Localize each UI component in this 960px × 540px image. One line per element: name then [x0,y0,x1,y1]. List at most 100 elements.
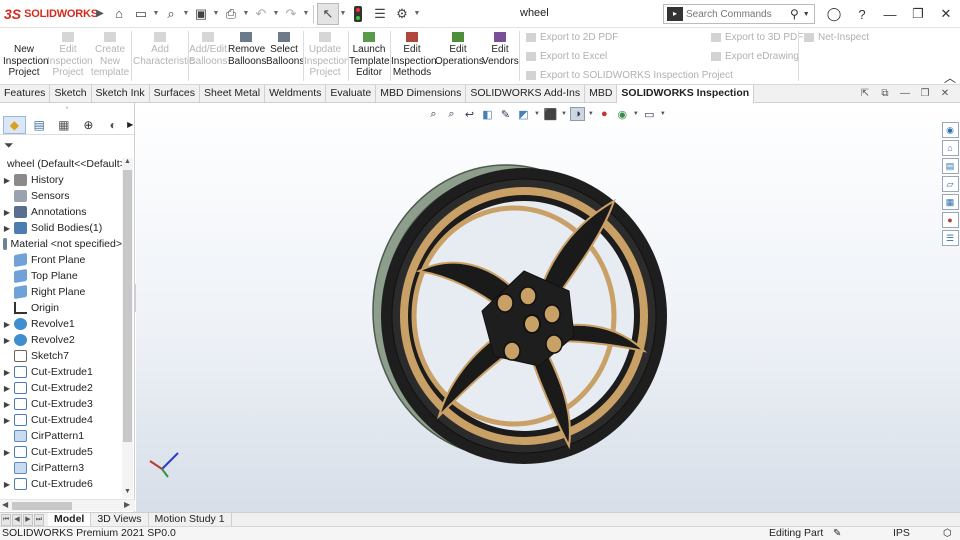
section-view-icon[interactable]: ◧ [480,107,495,121]
tree-node[interactable]: ▶ Cut-Extrude3 [0,396,122,412]
scroll-right-icon[interactable]: ▶ [124,500,130,509]
expand-arrow-icon[interactable]: ▶ [0,448,14,457]
solidworks-resources-icon[interactable]: ◉ [941,122,959,138]
expand-arrow-icon[interactable]: ▶ [0,176,14,185]
feature-manager-tab-icon[interactable]: ◆ [3,115,26,134]
tab-sheet-metal[interactable]: Sheet Metal [200,85,266,103]
edit-operations-button[interactable]: Edit Operations [435,32,484,67]
edit-inspection-project-button[interactable]: Edit Inspection Project [47,32,93,79]
tab-features[interactable]: Features [0,85,51,103]
scrollbar-thumb[interactable] [123,170,132,442]
edit-inspection-methods-button[interactable]: Edit Inspection Methods [391,32,437,79]
help-icon[interactable]: ? [848,0,876,28]
view-settings-dropdown-icon[interactable]: ▼ [660,111,666,117]
expand-arrow-icon[interactable]: ▶ [0,368,14,377]
open-dropdown-icon[interactable]: ▼ [182,10,190,17]
remove-balloons-button[interactable]: Remove Balloons [228,32,266,67]
search-commands-box[interactable]: ▸ ⚲ ▼ [663,4,815,24]
tab-solidworks-add-ins[interactable]: SOLIDWORKS Add-Ins [466,85,586,103]
add-characteristic-button[interactable]: Add Characteristic [133,32,194,67]
tree-node[interactable]: ▶ Cut-Extrude5 [0,444,122,460]
zoom-to-area-icon[interactable]: ⌕ [444,107,459,121]
tab-sketch[interactable]: Sketch [50,85,92,103]
view-orientation-dropdown-icon[interactable]: ▼ [534,111,540,117]
menu-expand-arrow-icon[interactable]: ▶ [92,8,108,19]
net-inspect-button[interactable]: Net-Inspect [804,32,869,43]
scroll-left-icon[interactable]: ◀ [2,500,8,509]
tree-vertical-scrollbar[interactable]: ▲ ▼ [122,158,133,498]
undo-icon[interactable]: ↶ [250,3,272,25]
home-icon[interactable]: ⌂ [108,3,130,25]
export-3d-pdf-button[interactable]: Export to 3D PDF [711,32,803,43]
status-tag-icon[interactable]: ⬡ [943,527,952,540]
save-dropdown-icon[interactable]: ▼ [212,10,220,17]
configuration-manager-tab-icon[interactable]: ▦ [52,116,75,134]
create-new-template-button[interactable]: Create New template [90,32,130,79]
tab-weldments[interactable]: Weldments [265,85,327,103]
expand-arrow-icon[interactable]: ▶ [0,480,14,489]
dynamic-annotation-icon[interactable]: ✎ [498,107,513,121]
expand-arrow-icon[interactable]: ▶ [0,400,14,409]
previous-view-icon[interactable]: ↩ [462,107,477,121]
file-properties-icon[interactable]: ☰ [369,3,391,25]
scrollbar-thumb[interactable] [12,502,72,510]
close-icon[interactable]: ✕ [932,0,960,28]
tab-evaluate[interactable]: Evaluate [326,85,377,103]
new-dropdown-icon[interactable]: ▼ [152,10,160,17]
expand-arrow-icon[interactable]: ▶ [0,416,14,425]
display-style-dropdown-icon[interactable]: ▼ [561,111,567,117]
scene-dropdown-icon[interactable]: ▼ [633,111,639,117]
tree-node[interactable]: CirPattern1 [0,428,122,444]
scroll-up-icon[interactable]: ▲ [122,158,133,168]
tree-node[interactable]: ▶ Cut-Extrude2 [0,380,122,396]
apply-scene-icon[interactable]: ◉ [615,107,630,121]
new-document-icon[interactable]: ▭ [130,3,152,25]
restore-icon[interactable]: ❐ [904,0,932,28]
graphics-area[interactable]: ⌕ ⌕ ↩ ◧ ✎ ◩ ▼ ⬛ ▼ ◑ ▼ ● ◉ ▼ ▭ ▼ ◉ ⌂ ▤ ▱ … [136,103,960,512]
expand-arrow-icon[interactable]: ▶ [0,208,14,217]
viewport-close-icon[interactable]: ✕ [938,87,952,101]
view-orientation-icon[interactable]: ◩ [516,107,531,121]
select-dropdown-icon[interactable]: ▼ [339,10,347,17]
undo-dropdown-icon[interactable]: ▼ [272,10,280,17]
edit-appearance-icon[interactable]: ● [597,107,612,121]
viewport-restore-icon[interactable]: ❐ [918,87,932,101]
tree-root-part[interactable]: wheel (Default<<Default> [0,156,122,172]
dimxpert-manager-tab-icon[interactable]: ⊕ [77,116,100,134]
display-manager-tab-icon[interactable]: ◐ [102,116,125,134]
select-balloons-button[interactable]: Select Balloons [266,32,304,67]
viewport-tile-icon[interactable]: ⧉ [878,87,892,101]
viewport-minimize-icon[interactable]: — [898,87,912,101]
manager-tabs-scroll-icon[interactable]: ▶ [126,116,134,134]
expand-arrow-icon[interactable]: ▶ [0,224,14,233]
hide-show-items-icon[interactable]: ◑ [569,107,585,121]
save-icon[interactable]: ▣ [190,3,212,25]
tab-mbd[interactable]: MBD [585,85,618,103]
export-2d-pdf-button[interactable]: Export to 2D PDF [526,32,618,43]
open-folder-icon[interactable]: ⌕ [160,3,182,25]
view-settings-icon[interactable]: ▭ [642,107,657,121]
tree-node[interactable]: Sensors [0,188,122,204]
panel-grip-icon[interactable]: ◦ [0,103,134,115]
edit-vendors-button[interactable]: Edit Vendors [482,32,519,67]
tab-model[interactable]: Model [48,512,92,527]
tab-prev-icon[interactable]: ◀ [12,513,22,526]
launch-template-editor-button[interactable]: Launch Template Editor [349,32,390,79]
tab-3d-views[interactable]: 3D Views [91,512,149,527]
options-gear-icon[interactable]: ⚙ [391,3,413,25]
select-arrow-icon[interactable]: ↖ [317,2,339,25]
tree-node[interactable]: ▶ History [0,172,122,188]
add-edit-balloons-button[interactable]: Add/Edit Balloons [189,32,227,67]
user-account-icon[interactable]: ◯ [820,0,848,28]
expand-arrow-icon[interactable]: ▶ [0,320,14,329]
appearances-icon[interactable]: ● [941,212,959,228]
export-edrawing-button[interactable]: Export eDrawing [711,51,799,62]
tree-node[interactable]: ▶ Annotations [0,204,122,220]
property-manager-tab-icon[interactable]: ▤ [28,116,51,134]
tree-node[interactable]: Material <not specified> [0,236,122,252]
custom-properties-icon[interactable]: ☰ [941,230,959,246]
tab-first-icon[interactable]: ⏮ [1,513,11,526]
rebuild-status-icon[interactable]: ✎ [833,527,841,540]
filter-icon[interactable]: ⏷ [0,135,134,155]
tree-node[interactable]: ▶ Revolve2 [0,332,122,348]
